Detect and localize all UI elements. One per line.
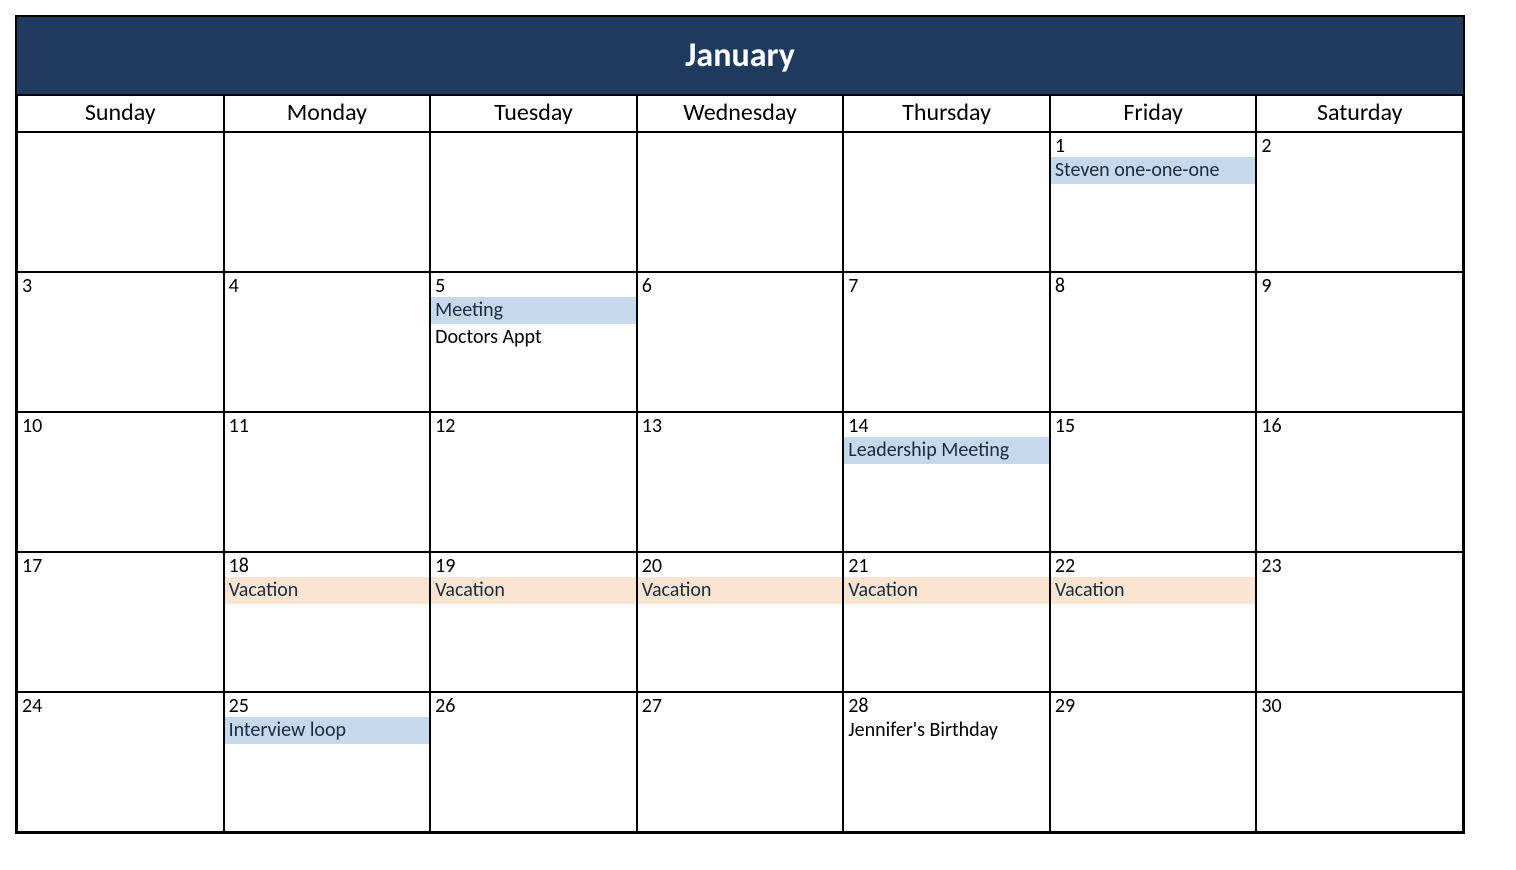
calendar-event[interactable]: Vacation bbox=[844, 577, 1049, 604]
day-number bbox=[844, 133, 1049, 135]
day-cell[interactable]: 5MeetingDoctors Appt bbox=[430, 272, 637, 412]
day-number: 6 bbox=[638, 273, 843, 297]
day-number: 21 bbox=[844, 553, 1049, 577]
day-number: 12 bbox=[431, 413, 636, 437]
day-number: 13 bbox=[638, 413, 843, 437]
day-cell[interactable]: 27 bbox=[637, 692, 844, 832]
calendar-weeks: 1Steven one-one-one2345MeetingDoctors Ap… bbox=[17, 132, 1463, 832]
day-number: 30 bbox=[1257, 693, 1462, 717]
calendar-event[interactable]: Interview loop bbox=[225, 717, 430, 744]
day-number: 25 bbox=[225, 693, 430, 717]
calendar-event[interactable]: Vacation bbox=[1051, 577, 1256, 604]
day-number: 1 bbox=[1051, 133, 1256, 157]
day-number: 7 bbox=[844, 273, 1049, 297]
day-cell[interactable]: 8 bbox=[1050, 272, 1257, 412]
day-number: 5 bbox=[431, 273, 636, 297]
day-cell[interactable] bbox=[843, 132, 1050, 272]
day-number: 14 bbox=[844, 413, 1049, 437]
day-cell[interactable]: 17 bbox=[17, 552, 224, 692]
day-cell[interactable]: 26 bbox=[430, 692, 637, 832]
calendar-event[interactable]: Steven one-one-one bbox=[1051, 157, 1256, 184]
day-number: 22 bbox=[1051, 553, 1256, 577]
calendar-week: 1718Vacation19Vacation20Vacation21Vacati… bbox=[17, 552, 1463, 692]
calendar-week: 1Steven one-one-one2 bbox=[17, 132, 1463, 272]
day-number bbox=[638, 133, 843, 135]
day-cell[interactable]: 2 bbox=[1256, 132, 1463, 272]
day-number: 20 bbox=[638, 553, 843, 577]
day-cell[interactable]: 6 bbox=[637, 272, 844, 412]
day-header-tuesday: Tuesday bbox=[430, 94, 637, 132]
day-cell[interactable]: 14Leadership Meeting bbox=[843, 412, 1050, 552]
day-cell[interactable]: 13 bbox=[637, 412, 844, 552]
day-number: 17 bbox=[18, 553, 223, 577]
calendar-week: 2425Interview loop262728Jennifer's Birth… bbox=[17, 692, 1463, 832]
day-cell[interactable]: 18Vacation bbox=[224, 552, 431, 692]
calendar: January Sunday Monday Tuesday Wednesday … bbox=[15, 15, 1465, 834]
day-cell[interactable]: 7 bbox=[843, 272, 1050, 412]
day-number: 16 bbox=[1257, 413, 1462, 437]
day-number: 2 bbox=[1257, 133, 1462, 157]
calendar-event[interactable]: Vacation bbox=[638, 577, 843, 604]
day-header-sunday: Sunday bbox=[17, 94, 224, 132]
day-number bbox=[431, 133, 636, 135]
calendar-week: 345MeetingDoctors Appt6789 bbox=[17, 272, 1463, 412]
day-cell[interactable]: 3 bbox=[17, 272, 224, 412]
day-number: 28 bbox=[844, 693, 1049, 717]
calendar-event[interactable]: Doctors Appt bbox=[431, 324, 636, 351]
day-cell[interactable]: 28Jennifer's Birthday bbox=[843, 692, 1050, 832]
day-cell[interactable]: 22Vacation bbox=[1050, 552, 1257, 692]
day-cell[interactable]: 1Steven one-one-one bbox=[1050, 132, 1257, 272]
day-headers-row: Sunday Monday Tuesday Wednesday Thursday… bbox=[17, 94, 1463, 132]
day-cell[interactable]: 29 bbox=[1050, 692, 1257, 832]
day-number: 23 bbox=[1257, 553, 1462, 577]
day-header-friday: Friday bbox=[1050, 94, 1257, 132]
day-cell[interactable]: 25Interview loop bbox=[224, 692, 431, 832]
day-number: 27 bbox=[638, 693, 843, 717]
calendar-event[interactable]: Vacation bbox=[225, 577, 430, 604]
day-cell[interactable]: 19Vacation bbox=[430, 552, 637, 692]
day-cell[interactable]: 20Vacation bbox=[637, 552, 844, 692]
day-cell[interactable]: 30 bbox=[1256, 692, 1463, 832]
day-number: 19 bbox=[431, 553, 636, 577]
day-header-saturday: Saturday bbox=[1256, 94, 1463, 132]
day-cell[interactable]: 16 bbox=[1256, 412, 1463, 552]
day-cell[interactable]: 24 bbox=[17, 692, 224, 832]
calendar-event[interactable]: Meeting bbox=[431, 297, 636, 324]
day-number: 29 bbox=[1051, 693, 1256, 717]
day-cell[interactable]: 9 bbox=[1256, 272, 1463, 412]
calendar-event[interactable]: Vacation bbox=[431, 577, 636, 604]
calendar-event[interactable]: Jennifer's Birthday bbox=[844, 717, 1049, 744]
day-cell[interactable]: 11 bbox=[224, 412, 431, 552]
day-header-thursday: Thursday bbox=[843, 94, 1050, 132]
day-number: 9 bbox=[1257, 273, 1462, 297]
day-number: 8 bbox=[1051, 273, 1256, 297]
day-number: 24 bbox=[18, 693, 223, 717]
day-number bbox=[225, 133, 430, 135]
day-cell[interactable] bbox=[637, 132, 844, 272]
day-cell[interactable]: 4 bbox=[224, 272, 431, 412]
day-number: 4 bbox=[225, 273, 430, 297]
day-cell[interactable]: 12 bbox=[430, 412, 637, 552]
day-cell[interactable] bbox=[224, 132, 431, 272]
day-number: 26 bbox=[431, 693, 636, 717]
day-header-wednesday: Wednesday bbox=[637, 94, 844, 132]
day-cell[interactable]: 23 bbox=[1256, 552, 1463, 692]
calendar-event[interactable]: Leadership Meeting bbox=[844, 437, 1049, 464]
day-number: 3 bbox=[18, 273, 223, 297]
day-cell[interactable]: 15 bbox=[1050, 412, 1257, 552]
day-number: 11 bbox=[225, 413, 430, 437]
day-number: 15 bbox=[1051, 413, 1256, 437]
day-number: 10 bbox=[18, 413, 223, 437]
day-header-monday: Monday bbox=[224, 94, 431, 132]
day-number bbox=[18, 133, 223, 135]
day-cell[interactable]: 10 bbox=[17, 412, 224, 552]
day-cell[interactable]: 21Vacation bbox=[843, 552, 1050, 692]
day-cell[interactable] bbox=[17, 132, 224, 272]
day-number: 18 bbox=[225, 553, 430, 577]
day-cell[interactable] bbox=[430, 132, 637, 272]
calendar-week: 1011121314Leadership Meeting1516 bbox=[17, 412, 1463, 552]
month-title: January bbox=[17, 17, 1463, 94]
